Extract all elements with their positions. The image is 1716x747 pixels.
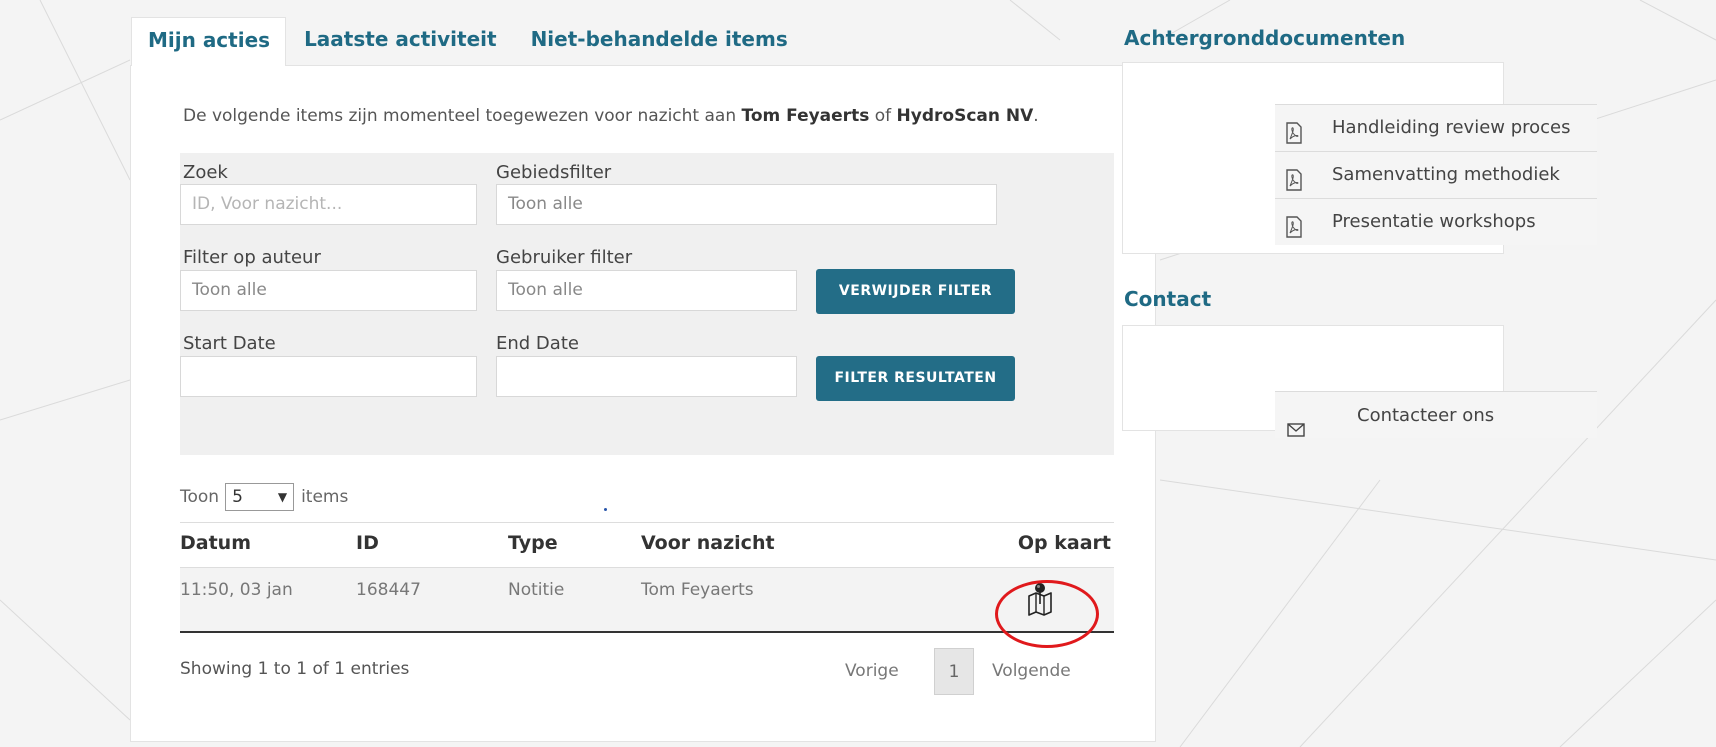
intro-suffix: . bbox=[1033, 106, 1039, 126]
filter-area: Zoek ID, Voor nazicht... Gebiedsfilter T… bbox=[180, 153, 1114, 455]
docs-list: Handleiding review proces Samenvatting m… bbox=[1275, 104, 1597, 245]
start-date-input[interactable] bbox=[180, 356, 477, 397]
doc-label: Presentatie workshops bbox=[1332, 211, 1536, 232]
doc-link-samenvatting[interactable]: Samenvatting methodiek bbox=[1275, 151, 1597, 198]
showing-entries: Showing 1 to 1 of 1 entries bbox=[180, 659, 410, 679]
zoek-label: Zoek bbox=[183, 162, 228, 183]
page-1-button[interactable]: 1 bbox=[934, 648, 974, 695]
gebruiker-label: Gebruiker filter bbox=[496, 247, 633, 268]
toon-label: Toon bbox=[180, 487, 220, 507]
doc-link-handleiding[interactable]: Handleiding review proces bbox=[1275, 104, 1597, 151]
cell-type: Notitie bbox=[508, 580, 565, 600]
header-type[interactable]: Type bbox=[508, 532, 558, 554]
auteur-input[interactable]: Toon alle bbox=[180, 270, 477, 311]
next-page-button[interactable]: Volgende bbox=[992, 648, 1071, 695]
mail-icon bbox=[1287, 408, 1305, 455]
gebruiker-input[interactable]: Toon alle bbox=[496, 270, 797, 311]
end-date-label: End Date bbox=[496, 333, 579, 354]
contact-label: Contacteer ons bbox=[1357, 405, 1495, 426]
cell-id: 168447 bbox=[356, 580, 421, 600]
page-size-control: Toon 5 ▼ items bbox=[180, 483, 348, 511]
intro-user: Tom Feyaerts bbox=[741, 106, 870, 126]
intro-text: De volgende items zijn momenteel toegewe… bbox=[183, 106, 1039, 126]
pdf-icon bbox=[1285, 210, 1303, 255]
page-size-select[interactable]: 5 ▼ bbox=[225, 483, 295, 511]
prev-page-button[interactable]: Vorige bbox=[845, 648, 899, 695]
intro-prefix: De volgende items zijn momenteel toegewe… bbox=[183, 106, 742, 126]
start-date-label: Start Date bbox=[183, 333, 276, 354]
tab-laatste-activiteit[interactable]: Laatste activiteit bbox=[286, 17, 514, 66]
tab-bar: Mijn acties Laatste activiteit Niet-beha… bbox=[131, 17, 805, 66]
contact-title: Contact bbox=[1124, 287, 1212, 311]
dropdown-arrow-icon: ▼ bbox=[277, 490, 288, 504]
header-op-kaart[interactable]: Op kaart bbox=[1018, 532, 1111, 554]
doc-label: Handleiding review proces bbox=[1332, 117, 1571, 138]
tab-niet-behandelde-items[interactable]: Niet-behandelde items bbox=[514, 17, 805, 66]
table-header: Datum ID Type Voor nazicht Op kaart bbox=[180, 522, 1114, 568]
header-voor-nazicht[interactable]: Voor nazicht bbox=[641, 532, 775, 554]
doc-link-presentatie[interactable]: Presentatie workshops bbox=[1275, 198, 1597, 245]
cell-datum: 11:50, 03 jan bbox=[180, 580, 293, 600]
cell-voor-nazicht: Tom Feyaerts bbox=[641, 580, 754, 600]
docs-title: Achtergronddocumenten bbox=[1124, 26, 1406, 50]
doc-label: Samenvatting methodiek bbox=[1332, 164, 1560, 185]
end-date-input[interactable] bbox=[496, 356, 797, 397]
auteur-label: Filter op auteur bbox=[183, 247, 321, 268]
search-input[interactable]: ID, Voor nazicht... bbox=[180, 184, 477, 225]
table-row: 11:50, 03 jan 168447 Notitie Tom Feyaert… bbox=[180, 568, 1114, 633]
remove-filter-button[interactable]: VERWIJDER FILTER bbox=[816, 269, 1015, 314]
items-label: items bbox=[301, 487, 349, 507]
loading-dot bbox=[604, 508, 607, 511]
intro-middle: of bbox=[869, 106, 897, 126]
filter-results-button[interactable]: FILTER RESULTATEN bbox=[816, 356, 1015, 401]
header-id[interactable]: ID bbox=[356, 532, 379, 554]
gebiedsfilter-input[interactable]: Toon alle bbox=[496, 184, 997, 225]
intro-company: HydroScan NV bbox=[896, 106, 1034, 126]
highlight-circle bbox=[995, 580, 1099, 648]
tab-mijn-acties[interactable]: Mijn acties bbox=[131, 17, 287, 66]
contact-link[interactable]: Contacteer ons bbox=[1275, 391, 1597, 438]
gebiedsfilter-label: Gebiedsfilter bbox=[496, 162, 612, 183]
header-datum[interactable]: Datum bbox=[180, 532, 251, 554]
page-size-value: 5 bbox=[232, 487, 243, 507]
